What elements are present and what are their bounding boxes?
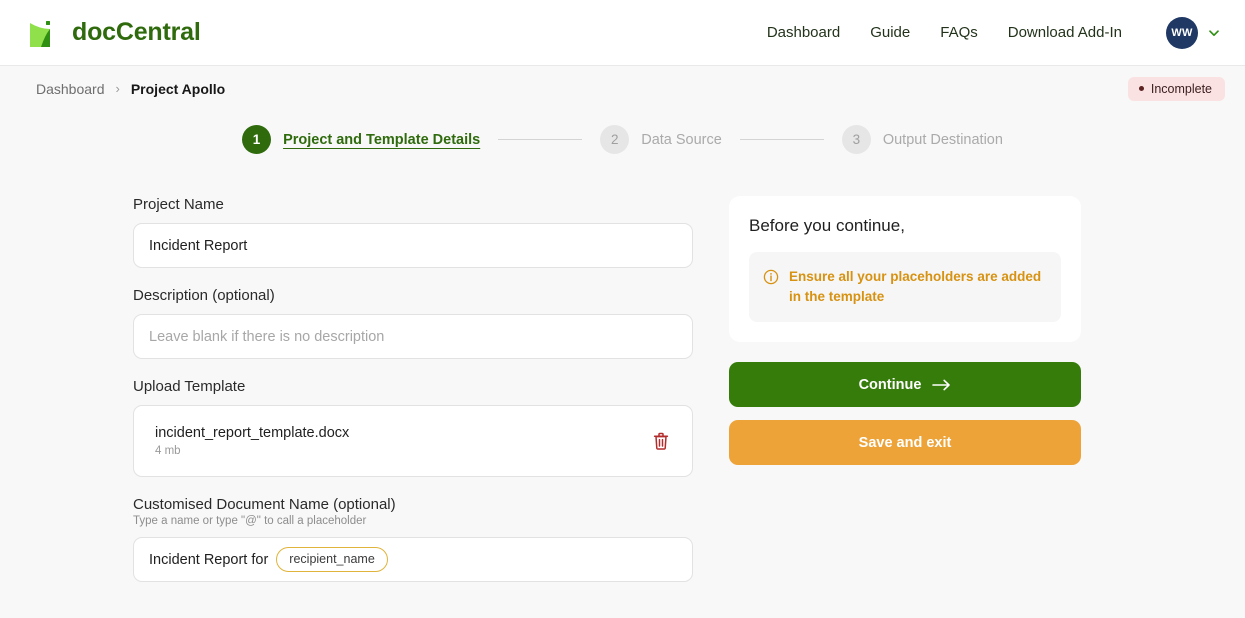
placeholder-token-chip[interactable]: recipient_name [276,547,388,572]
doc-central-logo-icon [28,17,58,49]
primary-nav: Dashboard Guide FAQs Download Add-In WW [767,16,1221,49]
before-you-continue-card: Before you continue, Ensure all your pla… [729,196,1081,343]
nav-faqs[interactable]: FAQs [940,24,978,41]
project-form: Project Name Description (optional) Uplo… [133,196,693,601]
chevron-down-icon[interactable] [1207,26,1221,40]
step-1-number: 1 [242,125,272,154]
customised-name-hint: Type a name or type "@" to call a placeh… [133,515,367,527]
step-3-label: Output Destination [882,131,1003,148]
arrow-right-icon [932,379,951,391]
continue-button-label: Continue [858,376,922,393]
top-navigation-bar: docCentral Dashboard Guide FAQs Download… [0,0,1245,66]
field-description: Description (optional) [133,287,693,359]
project-name-label: Project Name [133,196,224,213]
uploaded-file-size: 4 mb [155,445,181,457]
placeholder-notice-text: Ensure all your placeholders are added i… [789,269,1042,304]
nav-dashboard[interactable]: Dashboard [767,24,840,41]
customised-name-text: Incident Report for [149,551,269,568]
customised-name-input[interactable]: Incident Report for recipient_name [133,537,693,582]
field-project-name: Project Name [133,196,693,268]
brand[interactable]: docCentral [28,17,201,49]
placeholder-notice: Ensure all your placeholders are added i… [749,252,1061,323]
description-input[interactable] [133,314,693,359]
field-customised-document-name: Customised Document Name (optional) Type… [133,496,693,582]
side-panel: Before you continue, Ensure all your pla… [729,196,1081,466]
before-you-continue-title: Before you continue, [749,216,905,235]
breadcrumb-current: Project Apollo [130,80,226,97]
breadcrumb: Dashboard › Project Apollo [36,81,225,97]
avatar: WW [1166,16,1198,49]
trash-icon[interactable] [652,431,670,451]
project-name-input[interactable] [133,223,693,268]
upload-template-label: Upload Template [133,378,246,395]
nav-guide[interactable]: Guide [870,24,910,41]
step-data-source[interactable]: 2 Data Source [600,125,722,154]
uploaded-file-name: incident_report_template.docx [155,425,350,441]
save-and-exit-button[interactable]: Save and exit [729,420,1081,466]
step-connector-2 [739,139,824,140]
step-2-number: 2 [600,125,630,154]
breadcrumb-bar: Dashboard › Project Apollo Incomplete [0,66,1245,111]
brand-name: docCentral [72,18,201,46]
uploaded-file-meta: incident_report_template.docx 4 mb [155,425,349,457]
description-label: Description (optional) [133,287,275,304]
field-upload-template: Upload Template incident_report_template… [133,378,693,477]
status-badge: Incomplete [1127,76,1225,101]
uploaded-file-card: incident_report_template.docx 4 mb [133,405,693,477]
status-dot-icon [1138,86,1144,91]
account-menu[interactable]: WW [1166,16,1221,49]
main-content: Project Name Description (optional) Uplo… [0,160,1245,601]
step-connector-1 [498,139,583,140]
customised-name-label: Customised Document Name (optional) [133,496,396,513]
step-output-destination[interactable]: 3 Output Destination [841,125,1003,154]
step-project-and-template-details[interactable]: 1 Project and Template Details [242,125,480,154]
status-badge-label: Incomplete [1150,81,1212,96]
progress-stepper: 1 Project and Template Details 2 Data So… [0,111,1245,160]
continue-button[interactable]: Continue [729,362,1081,408]
save-and-exit-label: Save and exit [858,434,952,451]
breadcrumb-separator-icon: › [115,81,120,96]
step-2-label: Data Source [641,131,722,148]
nav-download-add-in[interactable]: Download Add-In [1008,24,1122,41]
info-circle-icon [763,269,779,285]
step-1-label: Project and Template Details [283,131,481,148]
breadcrumb-dashboard[interactable]: Dashboard [36,81,105,97]
step-3-number: 3 [841,125,871,154]
